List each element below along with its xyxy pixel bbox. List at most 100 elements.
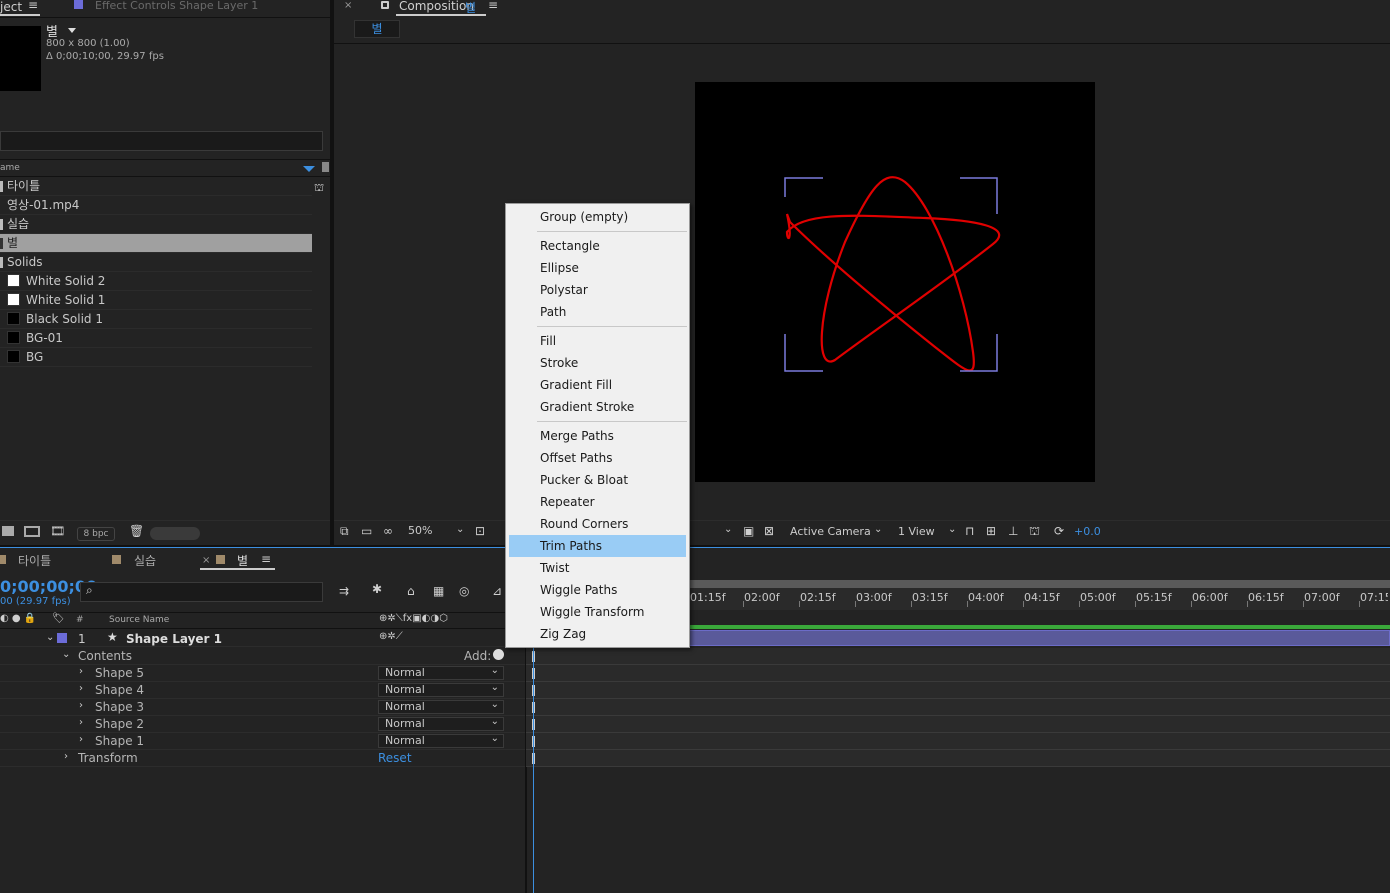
comp-breadcrumb[interactable]: 별: [354, 20, 400, 38]
project-item[interactable]: Black Solid 1: [0, 310, 312, 329]
menu-item-gradient-stroke[interactable]: Gradient Stroke: [509, 396, 686, 418]
blend-mode-dropdown[interactable]: Normal ⌄: [378, 733, 504, 748]
transparency-grid-icon[interactable]: ⊠: [764, 524, 774, 538]
comp-name-dropdown-icon[interactable]: [68, 28, 76, 33]
menu-item-wiggle-paths[interactable]: Wiggle Paths: [509, 579, 686, 601]
timeline-menu-icon[interactable]: ≡: [261, 552, 271, 566]
comp-canvas[interactable]: [695, 82, 1095, 482]
sort-arrow-icon[interactable]: [303, 166, 315, 172]
graph-editor-icon[interactable]: ⊿: [492, 584, 502, 598]
new-comp-icon[interactable]: [24, 526, 40, 537]
menu-item-gradient-fill[interactable]: Gradient Fill: [509, 374, 686, 396]
layer-switches-icons[interactable]: ⊕✲⟋: [379, 631, 403, 642]
track-row[interactable]: [526, 648, 1390, 665]
menu-item-fill[interactable]: Fill: [509, 330, 686, 352]
project-item[interactable]: BG: [0, 348, 312, 367]
menu-item-stroke[interactable]: Stroke: [509, 352, 686, 374]
fit-icon[interactable]: ⊡: [475, 524, 485, 538]
shape-chevron-right-icon[interactable]: ›: [79, 683, 83, 694]
zoom-chevron-down-icon[interactable]: ⌄: [456, 524, 464, 535]
label-column-icon[interactable]: [322, 162, 329, 172]
timeline-search-input[interactable]: [80, 582, 323, 602]
menu-item-polystar[interactable]: Polystar: [509, 279, 686, 301]
menu-item-offset-paths[interactable]: Offset Paths: [509, 447, 686, 469]
timeline-tab-practice[interactable]: 실습: [134, 552, 156, 569]
name-column-label[interactable]: ame: [0, 163, 20, 173]
av-switch-icons[interactable]: ◐ ● 🔒: [0, 613, 36, 624]
track-row[interactable]: [526, 750, 1390, 767]
toggle-pixel-aspect-icon[interactable]: ⊓: [965, 524, 974, 538]
camera-dropdown[interactable]: Active Camera: [790, 525, 871, 538]
new-folder-icon[interactable]: [2, 526, 14, 536]
mask-visibility-icon[interactable]: ∞: [383, 524, 393, 538]
star-path[interactable]: [785, 176, 1001, 372]
project-menu-icon[interactable]: ≡: [28, 0, 38, 12]
close-tab-icon[interactable]: ×: [344, 0, 352, 11]
blend-mode-dropdown[interactable]: Normal ⌄: [378, 716, 504, 731]
draft-3d-icon[interactable]: ✱: [372, 582, 382, 596]
switches-column-icons[interactable]: ⊕✲⟍fx▣◐◑⬡: [379, 613, 448, 624]
menu-item-rectangle[interactable]: Rectangle: [509, 235, 686, 257]
trash-icon[interactable]: 🗑: [129, 524, 144, 538]
always-preview-icon[interactable]: ⧉: [340, 524, 349, 539]
menu-item-repeater[interactable]: Repeater: [509, 491, 686, 513]
project-scrollbar[interactable]: [150, 527, 200, 540]
effect-controls-tab[interactable]: Effect Controls Shape Layer 1: [95, 0, 258, 12]
track-row[interactable]: [526, 665, 1390, 682]
camera-chevron-down-icon[interactable]: ⌄: [874, 524, 882, 535]
timeline-icon[interactable]: ⊥: [1008, 524, 1018, 538]
track-row[interactable]: [526, 716, 1390, 733]
label-tag-icon[interactable]: 🏷: [52, 613, 65, 624]
shape-chevron-right-icon[interactable]: ›: [79, 700, 83, 711]
track-row[interactable]: [526, 733, 1390, 750]
motion-blur-icon[interactable]: ◎: [459, 584, 469, 598]
interpret-footage-icon[interactable]: 🎞: [50, 524, 65, 538]
source-name-column[interactable]: Source Name: [109, 615, 169, 625]
current-time-indicator[interactable]: [533, 610, 534, 893]
layer-label-swatch[interactable]: [57, 633, 67, 643]
project-item[interactable]: 실습: [0, 215, 312, 234]
exposure-value[interactable]: +0.0: [1074, 525, 1101, 538]
flowchart-comp-icon[interactable]: ⛫: [1029, 524, 1040, 540]
add-menu-play-icon[interactable]: [493, 649, 504, 660]
project-tab[interactable]: ject: [0, 0, 22, 14]
project-item[interactable]: BG-01: [0, 329, 312, 348]
composition-tab[interactable]: Composition: [399, 0, 474, 13]
project-item[interactable]: White Solid 2: [0, 272, 312, 291]
composition-menu-icon[interactable]: ≡: [488, 0, 498, 12]
transform-chevron-right-icon[interactable]: ›: [64, 751, 68, 762]
project-item[interactable]: 타이틀: [0, 177, 312, 196]
fast-previews-icon[interactable]: ⊞: [986, 524, 996, 538]
project-item[interactable]: Solids: [0, 253, 312, 272]
reset-link[interactable]: Reset: [378, 751, 412, 765]
menu-item-merge-paths[interactable]: Merge Paths: [509, 425, 686, 447]
project-item[interactable]: White Solid 1: [0, 291, 312, 310]
close-timeline-tab-icon[interactable]: ×: [202, 555, 210, 566]
menu-item-ellipse[interactable]: Ellipse: [509, 257, 686, 279]
shape-chevron-right-icon[interactable]: ›: [79, 734, 83, 745]
comp-mini-flowchart-icon[interactable]: ⇉: [339, 584, 349, 598]
blend-mode-dropdown[interactable]: Normal ⌄: [378, 699, 504, 714]
menu-item-group-empty[interactable]: Group (empty): [509, 206, 686, 228]
blend-mode-dropdown[interactable]: Normal ⌄: [378, 682, 504, 697]
resolution-chevron-down-icon[interactable]: ⌄: [724, 524, 732, 535]
menu-item-pucker-bloat[interactable]: Pucker & Bloat: [509, 469, 686, 491]
reset-exposure-icon[interactable]: ⟳: [1054, 524, 1064, 538]
flowchart-icon[interactable]: ⛫: [314, 181, 324, 196]
timeline-tab-title[interactable]: 타이틀: [18, 552, 51, 569]
menu-item-trim-paths[interactable]: Trim Paths: [509, 535, 686, 557]
blend-mode-dropdown[interactable]: Normal ⌄: [378, 665, 504, 680]
monitor-icon[interactable]: ▭: [361, 524, 372, 538]
bpc-button[interactable]: 8 bpc: [77, 527, 115, 541]
star-shape[interactable]: [695, 82, 1095, 482]
track-row[interactable]: [526, 699, 1390, 716]
contents-chevron-down-icon[interactable]: ⌄: [62, 649, 70, 660]
menu-item-zig-zag[interactable]: Zig Zag: [509, 623, 686, 645]
region-of-interest-icon[interactable]: ▣: [743, 524, 754, 538]
menu-item-path[interactable]: Path: [509, 301, 686, 323]
project-search-input[interactable]: [0, 131, 323, 151]
lock-icon[interactable]: [381, 1, 389, 9]
project-item[interactable]: 영상-01.mp4: [0, 196, 312, 215]
project-item[interactable]: 별: [0, 234, 312, 253]
frame-blending-icon[interactable]: ▦: [433, 584, 444, 598]
